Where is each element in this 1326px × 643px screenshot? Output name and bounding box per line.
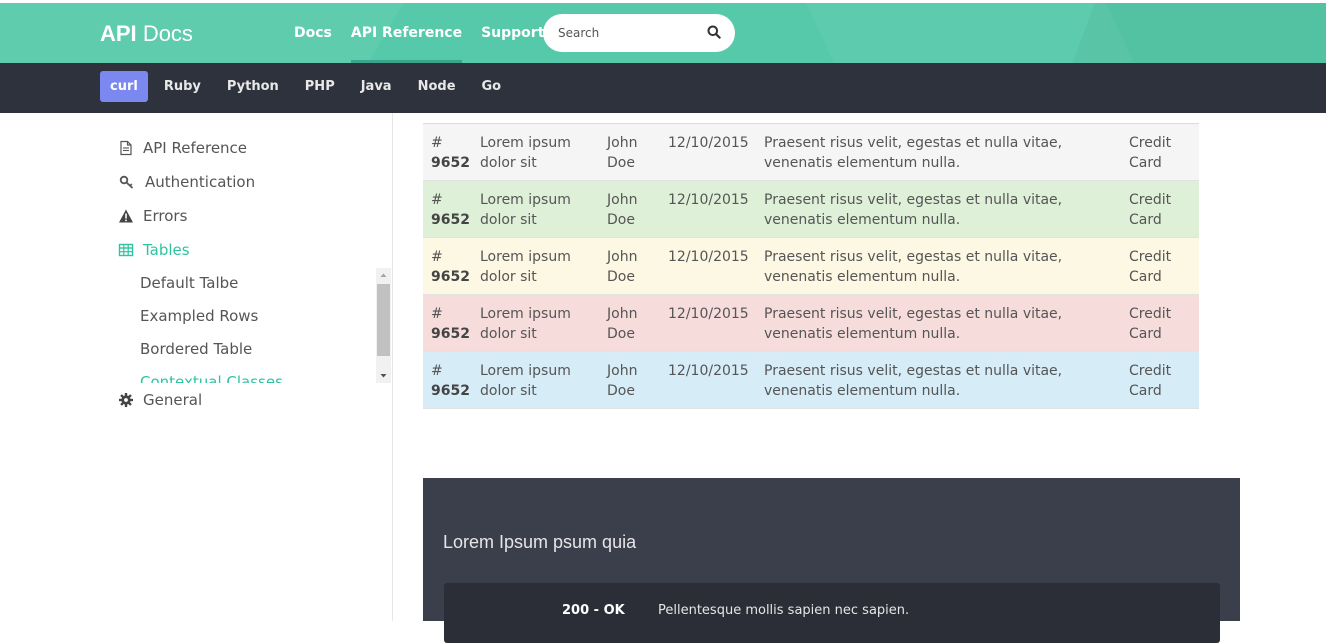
date-cell: 12/10/2015 xyxy=(668,192,749,208)
response-panel: Lorem Ipsum psum quia 200 - OK Pellentes… xyxy=(423,478,1240,643)
submenu-item-exampled-rows[interactable]: Exampled Rows xyxy=(140,305,258,327)
nav-docs[interactable]: Docs xyxy=(294,3,332,63)
lang-tab-curl[interactable]: curl xyxy=(100,71,148,102)
description-cell: Praesent risus velit, egestas et nulla v… xyxy=(764,192,1063,228)
search-input[interactable] xyxy=(558,14,698,52)
payment-cell: Credit Card xyxy=(1129,363,1172,399)
sidebar-item-general[interactable]: General xyxy=(118,388,202,412)
date-cell: 12/10/2015 xyxy=(668,249,749,265)
scroll-up-arrow-icon[interactable] xyxy=(376,268,391,282)
payment-cell: Credit Card xyxy=(1129,306,1172,342)
order-number-cell: #9652 xyxy=(431,363,470,399)
table-row: #9652 Lorem ipsum dolor sit John Doe 12/… xyxy=(423,181,1199,238)
panel-title: Lorem Ipsum psum quia xyxy=(443,532,637,552)
sidebar-item-errors[interactable]: Errors xyxy=(118,204,187,228)
brand-logo[interactable]: API Docs xyxy=(100,21,193,47)
brand-light: Docs xyxy=(142,21,193,46)
order-number-cell: #9652 xyxy=(431,135,470,171)
name-cell: John Doe xyxy=(607,306,638,342)
sidebar-item-tables[interactable]: Tables xyxy=(118,238,190,262)
tables-submenu: Default Talbe Exampled Rows Bordered Tab… xyxy=(118,268,392,383)
response-code-box: 200 - OK Pellentesque mollis sapien nec … xyxy=(444,583,1220,643)
scrollbar-thumb[interactable] xyxy=(377,284,390,356)
title-cell: Lorem ipsum dolor sit xyxy=(480,135,571,171)
table-row: #9652 Lorem ipsum dolor sit John Doe 12/… xyxy=(423,352,1199,409)
lang-tab-ruby[interactable]: Ruby xyxy=(154,71,211,102)
submenu-item-default-table[interactable]: Default Talbe xyxy=(140,272,238,294)
gear-icon xyxy=(119,393,133,407)
date-cell: 12/10/2015 xyxy=(668,306,749,322)
order-number-cell: #9652 xyxy=(431,306,470,342)
name-cell: John Doe xyxy=(607,249,638,285)
name-cell: John Doe xyxy=(607,135,638,171)
key-icon xyxy=(119,175,134,189)
title-cell: Lorem ipsum dolor sit xyxy=(480,306,571,342)
sidebar-item-authentication[interactable]: Authentication xyxy=(118,170,255,194)
sidebar-item-label: API Reference xyxy=(143,139,248,157)
language-bar: curl Ruby Python PHP Java Node Go xyxy=(0,63,1326,113)
payment-cell: Credit Card xyxy=(1129,192,1172,228)
date-cell: 12/10/2015 xyxy=(668,135,749,151)
submenu-scrollbar[interactable] xyxy=(376,268,391,383)
search-icon[interactable] xyxy=(707,25,721,39)
submenu-item-contextual-classes[interactable]: Contextual Classes xyxy=(140,371,283,383)
nav-api-reference[interactable]: API Reference xyxy=(350,3,463,63)
payment-cell: Credit Card xyxy=(1129,135,1172,171)
order-number-cell: #9652 xyxy=(431,249,470,285)
description-cell: Praesent risus velit, egestas et nulla v… xyxy=(764,135,1063,171)
date-cell: 12/10/2015 xyxy=(668,363,749,379)
status-message: Pellentesque mollis sapien nec sapien. xyxy=(658,603,910,618)
lang-tab-php[interactable]: PHP xyxy=(295,71,345,102)
status-code: 200 - OK xyxy=(562,603,625,618)
description-cell: Praesent risus velit, egestas et nulla v… xyxy=(764,363,1063,399)
sidebar-item-label: Tables xyxy=(143,241,190,259)
table-icon xyxy=(118,243,134,257)
nav-support[interactable]: Support xyxy=(481,3,544,63)
description-cell: Praesent risus velit, egestas et nulla v… xyxy=(764,306,1063,342)
title-cell: Lorem ipsum dolor sit xyxy=(480,249,571,285)
table-row: #9652 Lorem ipsum dolor sit John Doe 12/… xyxy=(423,295,1199,352)
sidebar: API Reference Authentication Errors Tabl… xyxy=(0,113,393,621)
file-icon xyxy=(120,140,132,156)
table-row: #9652 Lorem ipsum dolor sit John Doe 12/… xyxy=(423,124,1199,181)
lang-tab-java[interactable]: Java xyxy=(351,71,402,102)
name-cell: John Doe xyxy=(607,363,638,399)
title-cell: Lorem ipsum dolor sit xyxy=(480,363,571,399)
contextual-table: #9652 Lorem ipsum dolor sit John Doe 12/… xyxy=(423,123,1199,409)
lang-tab-python[interactable]: Python xyxy=(217,71,289,102)
scroll-down-arrow-icon[interactable] xyxy=(376,369,391,383)
description-cell: Praesent risus velit, egestas et nulla v… xyxy=(764,249,1063,285)
payment-cell: Credit Card xyxy=(1129,249,1172,285)
sidebar-item-api-reference[interactable]: API Reference xyxy=(118,136,247,160)
sidebar-item-label: Errors xyxy=(143,207,188,225)
top-nav: Docs API Reference Support xyxy=(294,3,563,63)
lang-tab-node[interactable]: Node xyxy=(408,71,466,102)
sidebar-item-label: Authentication xyxy=(145,173,256,191)
search-box xyxy=(543,14,735,52)
sidebar-item-label: General xyxy=(143,391,203,409)
title-cell: Lorem ipsum dolor sit xyxy=(480,192,571,228)
brand-bold: API xyxy=(100,21,137,46)
order-number-cell: #9652 xyxy=(431,192,470,228)
language-tabs: curl Ruby Python PHP Java Node Go xyxy=(100,71,517,102)
name-cell: John Doe xyxy=(607,192,638,228)
lang-tab-go[interactable]: Go xyxy=(472,71,512,102)
table-row: #9652 Lorem ipsum dolor sit John Doe 12/… xyxy=(423,238,1199,295)
top-header: API Docs Docs API Reference Support xyxy=(0,0,1326,63)
submenu-item-bordered-table[interactable]: Bordered Table xyxy=(140,338,252,360)
warning-icon xyxy=(119,209,133,223)
